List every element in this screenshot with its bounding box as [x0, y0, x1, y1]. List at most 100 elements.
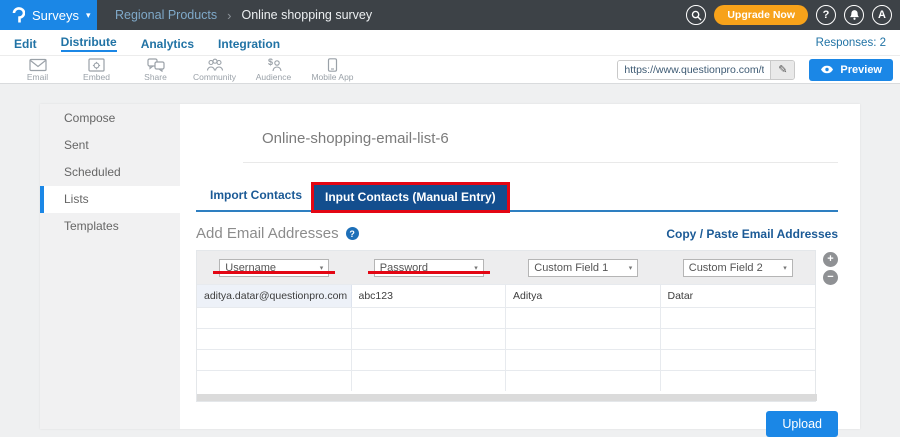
username-column-select[interactable]: Username ▾	[219, 258, 330, 277]
top-bar: Surveys ▾ Regional Products › Online sho…	[0, 0, 900, 30]
email-sidebar: Compose Sent Scheduled Lists Templates	[40, 104, 180, 429]
sidebar-item-sent[interactable]: Sent	[40, 132, 180, 159]
lists-panel: Compose Sent Scheduled Lists Templates O…	[40, 104, 860, 437]
empty-cell[interactable]	[661, 308, 816, 328]
custom-field-2-column-select[interactable]: Custom Field 2 ▾	[682, 258, 793, 277]
chevron-down-icon: ▾	[783, 264, 787, 272]
toolbar-item-email[interactable]: Email	[8, 57, 67, 82]
sidebar-item-lists[interactable]: Lists	[40, 186, 180, 213]
empty-cell[interactable]	[197, 308, 352, 328]
tab-import-contacts[interactable]: Import Contacts	[196, 182, 311, 210]
breadcrumb-folder[interactable]: Regional Products	[115, 8, 217, 22]
empty-cell[interactable]	[352, 308, 506, 328]
nav-tab-integration[interactable]: Integration	[218, 35, 280, 51]
empty-cell[interactable]	[352, 329, 506, 349]
survey-url-input[interactable]	[618, 60, 771, 79]
survey-nav-bar: Edit Distribute Analytics Integration Re…	[0, 30, 900, 55]
copy-paste-emails-link[interactable]: Copy / Paste Email Addresses	[666, 227, 838, 241]
toolbar-item-share[interactable]: Share	[126, 57, 185, 82]
audience-icon: $	[268, 58, 282, 72]
mobile-app-icon	[327, 58, 338, 72]
svg-text:$: $	[268, 58, 273, 67]
select-value: Custom Field 2	[688, 261, 763, 274]
search-button[interactable]	[686, 5, 707, 25]
chevron-down-icon: ▾	[85, 10, 91, 20]
column-header-cell: Password ▾	[352, 258, 507, 277]
empty-cell[interactable]	[352, 371, 506, 391]
responses-count[interactable]: Responses: 2	[816, 37, 886, 49]
empty-cell[interactable]	[506, 371, 661, 391]
email-icon	[28, 58, 47, 72]
community-icon	[206, 58, 223, 71]
toolbar-item-embed[interactable]: Embed	[67, 57, 126, 82]
custom-field-2-cell[interactable]: Datar	[661, 285, 816, 307]
row-add-remove-controls: + −	[823, 252, 838, 402]
questionpro-logo-icon	[12, 6, 25, 22]
notifications-button[interactable]	[844, 5, 864, 25]
nav-tab-analytics[interactable]: Analytics	[141, 35, 194, 51]
toolbar-item-label: Community	[193, 72, 236, 82]
column-header-cell: Custom Field 2 ▾	[661, 258, 816, 277]
eye-icon	[821, 65, 834, 74]
email-cell[interactable]: aditya.datar@questionpro.com	[197, 285, 352, 307]
empty-cell[interactable]	[197, 329, 352, 349]
nav-tab-distribute[interactable]: Distribute	[60, 33, 117, 52]
topbar-actions: Upgrade Now ? A	[686, 5, 900, 25]
toolbar-item-label: Mobile App	[311, 72, 354, 82]
empty-cell[interactable]	[197, 350, 352, 370]
toolbar-item-mobile-app[interactable]: Mobile App	[303, 57, 362, 82]
toolbar-item-audience[interactable]: $ Audience	[244, 57, 303, 82]
toolbar-item-label: Share	[144, 72, 167, 82]
sidebar-item-compose[interactable]: Compose	[40, 105, 180, 132]
column-header-cell: Custom Field 1 ▾	[506, 258, 661, 277]
nav-tab-edit[interactable]: Edit	[14, 35, 37, 51]
preview-button[interactable]: Preview	[809, 58, 893, 81]
help-button[interactable]: ?	[816, 5, 836, 25]
toolbar-item-label: Embed	[83, 72, 110, 82]
sidebar-item-scheduled[interactable]: Scheduled	[40, 159, 180, 186]
empty-cell[interactable]	[197, 371, 352, 391]
empty-cell[interactable]	[506, 350, 661, 370]
empty-cell[interactable]	[661, 329, 816, 349]
column-header-cell: Username ▾	[197, 258, 352, 277]
empty-cell[interactable]	[506, 329, 661, 349]
table-row-empty	[197, 370, 815, 391]
chevron-down-icon: ▾	[628, 264, 633, 272]
distribute-toolbar: Email Embed Share Community $ Audience M…	[0, 55, 900, 84]
survey-url-group: ✎	[617, 59, 796, 80]
password-cell[interactable]: abc123	[352, 285, 506, 307]
table-row-empty	[197, 349, 815, 370]
custom-field-1-cell[interactable]: Aditya	[506, 285, 661, 307]
empty-cell[interactable]	[352, 350, 506, 370]
empty-cell[interactable]	[661, 371, 816, 391]
custom-field-1-column-select[interactable]: Custom Field 1 ▾	[528, 258, 639, 277]
share-icon	[146, 58, 165, 72]
password-column-select[interactable]: Password ▾	[373, 258, 484, 277]
upload-row: Upload	[196, 411, 838, 437]
avatar[interactable]: A	[872, 5, 892, 25]
surveys-product-menu[interactable]: Surveys ▾	[0, 0, 97, 30]
contacts-tabs: Import Contacts Input Contacts (Manual E…	[196, 182, 838, 213]
toolbar-item-label: Audience	[255, 72, 292, 82]
horizontal-scrollbar[interactable]	[197, 394, 817, 401]
annotation-underline-password	[367, 270, 490, 274]
remove-row-button[interactable]: −	[823, 270, 838, 285]
table-row: aditya.datar@questionpro.com abc123 Adit…	[197, 284, 815, 307]
tab-input-contacts-manual-entry[interactable]: Input Contacts (Manual Entry)	[311, 182, 510, 213]
add-row-button[interactable]: +	[823, 252, 838, 267]
table-row-empty	[197, 307, 815, 328]
sidebar-item-templates[interactable]: Templates	[40, 213, 180, 240]
bell-icon	[849, 10, 859, 20]
empty-cell[interactable]	[661, 350, 816, 370]
upgrade-now-button[interactable]: Upgrade Now	[714, 5, 808, 25]
contacts-grid: Username ▾ Password ▾ Custom Field 1 ▾ C…	[196, 250, 817, 402]
edit-url-button[interactable]: ✎	[770, 60, 795, 79]
help-tooltip-icon[interactable]: ?	[345, 227, 359, 240]
search-icon	[691, 10, 702, 21]
empty-cell[interactable]	[506, 308, 661, 328]
list-content: Online-shopping-email-list-6 Import Cont…	[180, 104, 860, 437]
preview-label: Preview	[840, 63, 882, 76]
toolbar-item-community[interactable]: Community	[185, 57, 244, 82]
contacts-table-zone: Username ▾ Password ▾ Custom Field 1 ▾ C…	[196, 250, 838, 402]
upload-button[interactable]: Upload	[766, 411, 838, 437]
